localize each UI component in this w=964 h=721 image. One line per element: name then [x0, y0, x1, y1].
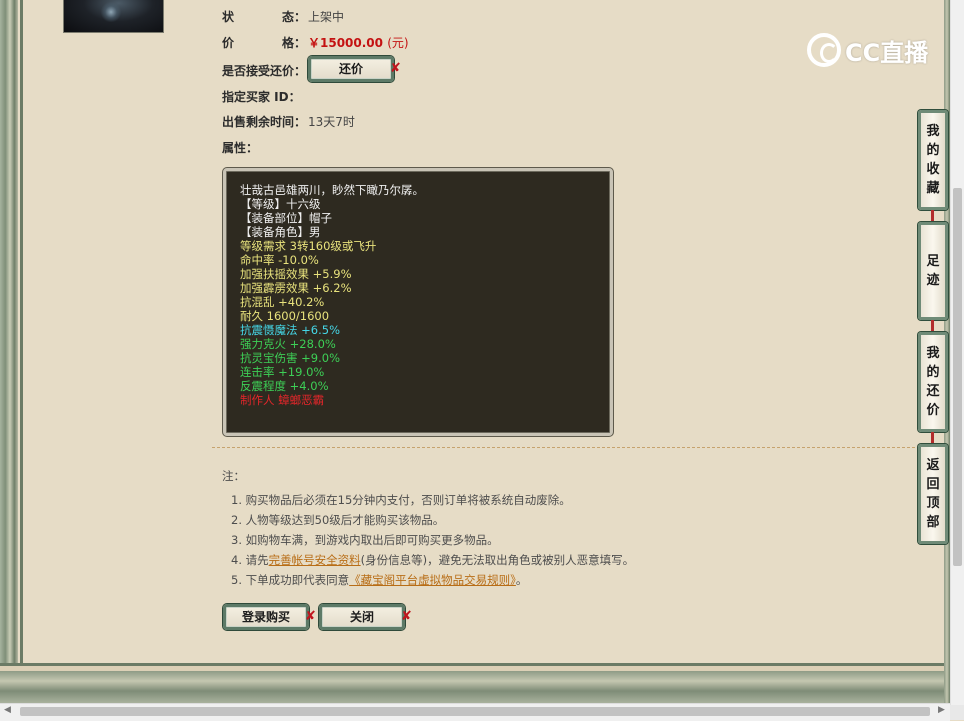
login-buy-button[interactable]: 登录购买 — [223, 604, 309, 630]
vertical-scroll-thumb[interactable] — [953, 188, 962, 566]
close-mark-icon: ✘ — [401, 609, 412, 624]
side-tab-char: 藏 — [926, 181, 940, 196]
notes-section: 注： 1. 购买物品后必须在15分钟内支付，否则订单将被系统自动废除。 2. 人物… — [222, 468, 634, 590]
attributes-row: 属性： — [222, 139, 258, 157]
status-label-part2: 态： — [282, 10, 307, 24]
attribute-line: 命中率 -10.0% — [240, 253, 319, 267]
side-tab-char: 足 — [926, 254, 940, 269]
attributes-label: 属性： — [222, 141, 259, 155]
item-image — [63, 0, 164, 33]
note-text: (身份信息等)，避免无法取出角色或被别人恶意填写。 — [360, 553, 635, 567]
attribute-line: 反震程度 +4.0% — [240, 379, 329, 393]
attribute-line: 抗震慑魔法 +6.5% — [240, 323, 341, 337]
buyer-id-row: 指定买家 ID： — [222, 88, 301, 106]
page-frame-left — [0, 0, 18, 690]
note-item: 1. 购买物品后必须在15分钟内支付，否则订单将被系统自动废除。 — [222, 490, 634, 510]
status-row: 状 态： 上架中 — [222, 8, 344, 26]
attribute-line: 壮哉古邑雄两川，眇然下瞰乃尔孱。 — [240, 183, 424, 197]
attribute-line: 【等级】十六级 — [240, 197, 321, 211]
side-tab-char: 的 — [926, 365, 940, 380]
attribute-line: 连击率 +19.0% — [240, 365, 325, 379]
note-text: 。 — [515, 573, 528, 587]
side-tab-char: 部 — [926, 515, 940, 530]
attribute-line: 加强霹雳效果 +6.2% — [240, 281, 352, 295]
close-button[interactable]: 关闭 — [319, 604, 405, 630]
status-label-part1: 状 — [222, 10, 235, 24]
side-tab-char: 还 — [926, 384, 940, 399]
attribute-line: 强力克火 +28.0% — [240, 337, 336, 351]
login-buy-mark-icon: ✘ — [305, 609, 316, 624]
status-value: 上架中 — [308, 10, 345, 24]
page-frame-left-inner — [20, 0, 23, 665]
side-tab-char: 的 — [926, 143, 940, 158]
note-item: 3. 如购物车满，到游戏内取出后即可购买更多物品。 — [222, 530, 634, 550]
notes-list: 1. 购买物品后必须在15分钟内支付，否则订单将被系统自动废除。 2. 人物等级达… — [222, 490, 634, 590]
counter-offer-disabled-icon: ✘ — [390, 61, 401, 76]
side-tab-char: 我 — [926, 124, 940, 139]
price-value: ￥15000.00 (元) — [308, 34, 409, 52]
side-tab-char: 迹 — [926, 273, 940, 288]
attribute-line: 制作人 蟑螂恶霸 — [240, 393, 325, 407]
price-label-part1: 价 — [222, 36, 235, 50]
counter-offer-label: 是否接受还价： — [222, 64, 307, 78]
counter-offer-button[interactable]: 还价 — [308, 56, 394, 82]
side-tab-connector — [931, 320, 934, 332]
price-amount: ￥15000.00 — [308, 36, 384, 50]
buyer-id-label: 指定买家 ID： — [222, 90, 301, 104]
attribute-line: 抗灵宝伤害 +9.0% — [240, 351, 341, 365]
scroll-left-arrow-icon[interactable]: ◀ — [4, 705, 11, 715]
scroll-right-arrow-icon[interactable]: ▶ — [938, 705, 945, 715]
note-text: 3. 如购物车满，到游戏内取出后即可购买更多物品。 — [231, 533, 499, 547]
price-label: 价 格： — [222, 36, 306, 50]
side-tab-my-offers[interactable]: 我的还价 — [918, 332, 948, 432]
counter-offer-row: 是否接受还价： — [222, 62, 306, 80]
attribute-line: 抗混乱 +40.2% — [240, 295, 325, 309]
scrollbar-corner — [950, 705, 964, 720]
side-tab-back-to-top[interactable]: 返回顶部 — [918, 444, 948, 544]
attribute-line: 耐久 1600/1600 — [240, 309, 330, 323]
note-text: 5. 下单成功即代表同意 — [231, 573, 350, 587]
note-text: 4. 请先 — [231, 553, 269, 567]
note-item: 4. 请先完善帐号安全资料(身份信息等)，避免无法取出角色或被别人恶意填写。 — [222, 550, 634, 570]
item-image-highlight — [100, 2, 122, 22]
side-tab-connector — [931, 432, 934, 444]
page-frame-bottom — [0, 663, 950, 703]
note-text: 1. 购买物品后必须在15分钟内支付，否则订单将被系统自动废除。 — [231, 493, 571, 507]
attribute-line: 加强扶摇效果 +5.9% — [240, 267, 352, 281]
attributes-box: 壮哉古邑雄两川，眇然下瞰乃尔孱。 【等级】十六级 【装备部位】帽子 【装备角色】男 等级… — [223, 168, 613, 436]
note-item: 2. 人物等级达到50级后才能购买该物品。 — [222, 510, 634, 530]
side-tab-char: 价 — [926, 403, 940, 418]
note-link[interactable]: 完善帐号安全资料 — [269, 553, 361, 567]
price-unit: (元) — [387, 36, 409, 50]
attribute-line: 【装备部位】帽子 — [240, 211, 332, 225]
note-link[interactable]: 《藏宝阁平台虚拟物品交易规则》 — [349, 573, 516, 587]
attribute-line: 【装备角色】男 — [240, 225, 321, 239]
attribute-line: 等级需求 3转160级或飞升 — [240, 239, 377, 253]
cc-logo-icon — [807, 33, 841, 67]
remaining-time-value: 13天7时 — [308, 115, 355, 129]
price-row: 价 格： ￥15000.00 (元) — [222, 34, 409, 52]
side-tab-connector — [931, 210, 934, 222]
side-tab-char: 我 — [926, 346, 940, 361]
attributes-list: 壮哉古邑雄两川，眇然下瞰乃尔孱。 【等级】十六级 【装备部位】帽子 【装备角色】男 等级… — [240, 183, 610, 407]
logo-text: CC直播 — [845, 38, 929, 67]
remaining-time-label: 出售剩余时间： — [222, 115, 307, 129]
note-item: 5. 下单成功即代表同意《藏宝阁平台虚拟物品交易规则》。 — [222, 570, 634, 590]
side-tab-footprint[interactable]: 足迹 — [918, 222, 948, 320]
side-tab-char: 回 — [926, 477, 940, 492]
side-tab-char: 收 — [926, 162, 940, 177]
cc-live-logo: CC直播 — [807, 32, 928, 68]
side-tab-char: 顶 — [926, 496, 940, 511]
section-divider — [212, 447, 915, 448]
price-label-part2: 格： — [282, 36, 307, 50]
remaining-time-row: 出售剩余时间： 13天7时 — [222, 113, 355, 131]
side-tab-char: 返 — [926, 458, 940, 473]
side-tab-my-favorites[interactable]: 我的收藏 — [918, 110, 948, 210]
note-text: 2. 人物等级达到50级后才能购买该物品。 — [231, 513, 445, 527]
notes-heading: 注： — [222, 469, 245, 483]
status-label: 状 态： — [222, 10, 306, 24]
horizontal-scroll-thumb[interactable] — [20, 707, 930, 716]
